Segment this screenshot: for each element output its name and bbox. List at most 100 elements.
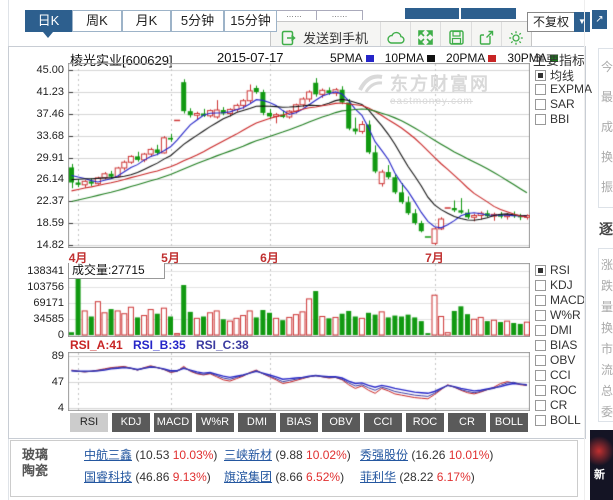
rsi-tick-89: 89 — [22, 350, 64, 362]
checkbox-sub-RSI[interactable]: RSI — [535, 263, 570, 277]
send-to-phone-label: 发送到手机 — [303, 28, 368, 47]
hidden-tab-30min[interactable]: …… — [271, 10, 317, 20]
legend-swatch — [488, 55, 496, 62]
checkbox-label: BBI — [550, 112, 569, 126]
checkbox-label: EXPMA — [550, 82, 592, 96]
checkbox-label: ROC — [550, 383, 577, 397]
checkbox-label: SAR — [550, 97, 575, 111]
paren: ) — [213, 448, 217, 462]
indicator-tab-BIAS[interactable]: BIAS — [280, 413, 318, 432]
volume-tick-34585: 34585 — [22, 313, 64, 325]
adjust-type-dropdown[interactable]: 不复权 — [527, 12, 575, 32]
period-tab-3[interactable]: 月K — [122, 10, 171, 32]
stock-link[interactable]: 三峡新材 — [224, 448, 272, 462]
checkbox-main-SAR[interactable]: SAR — [535, 97, 575, 111]
stock-price: (28.22 — [396, 470, 437, 484]
rail-fragment: 量 — [601, 298, 613, 315]
stock-entry-中航三鑫: 中航三鑫 (10.53 10.03%) — [84, 446, 217, 463]
right-rail-section-header: 逐 — [599, 219, 613, 239]
indicator-tab-MACD[interactable]: MACD — [154, 413, 192, 432]
right-rail-ad-image[interactable]: 新 — [590, 430, 613, 500]
hidden-tab-60min[interactable]: …… — [316, 10, 363, 20]
indicator-tab-DMI[interactable]: DMI — [238, 413, 276, 432]
month-label-5月: 5月 — [156, 249, 186, 266]
right-rail-arrow-button[interactable]: ↗ — [592, 10, 607, 29]
checkbox-icon — [535, 265, 546, 276]
checkbox-icon — [535, 310, 546, 321]
indicator-tab-W%R[interactable]: W%R — [196, 413, 234, 432]
legend-swatch — [366, 55, 374, 62]
paren: ) — [489, 448, 493, 462]
indicator-tab-CR[interactable]: CR — [448, 413, 486, 432]
hidden-blue-button-2[interactable] — [461, 8, 516, 19]
stock-link[interactable]: 旗滨集团 — [224, 470, 272, 484]
rsi-value-label-1: RSI_A:41 — [70, 338, 123, 352]
price-tick-22.37: 22.37 — [24, 195, 64, 207]
checkbox-sub-ROC[interactable]: ROC — [535, 383, 577, 397]
kline-canvas[interactable] — [68, 63, 530, 248]
indicator-tab-OBV[interactable]: OBV — [322, 413, 360, 432]
rail-fragment: 今 — [601, 58, 613, 75]
sector-label: 玻璃陶瓷 — [22, 447, 52, 479]
checkbox-icon — [535, 280, 546, 291]
stock-link[interactable]: 国睿科技 — [84, 470, 132, 484]
stock-change-pct: 6.52% — [306, 470, 340, 484]
volume-tick-69171: 69171 — [22, 297, 64, 309]
checkbox-sub-OBV[interactable]: OBV — [535, 353, 575, 367]
checkbox-label: MACD — [550, 293, 585, 307]
checkbox-sub-W%R[interactable]: W%R — [535, 308, 581, 322]
volume-tick-103756: 103756 — [22, 281, 64, 293]
rail-fragment: 涨 — [601, 256, 613, 273]
paren: ) — [340, 470, 344, 484]
price-tick-45.00: 45.00 — [24, 64, 64, 76]
checkbox-main-BBI[interactable]: BBI — [535, 112, 569, 126]
indicator-tab-KDJ[interactable]: KDJ — [112, 413, 150, 432]
indicator-tab-RSI[interactable]: RSI — [70, 413, 108, 432]
stock-link[interactable]: 秀强股份 — [360, 448, 408, 462]
month-label-4月: 4月 — [63, 249, 93, 266]
period-tab-1[interactable]: 日K — [25, 10, 72, 32]
stock-entry-菲利华: 菲利华 (28.22 6.17%) — [360, 468, 475, 485]
checkbox-sub-CCI[interactable]: CCI — [535, 368, 571, 382]
rail-fragment: 换 — [601, 319, 613, 336]
dropdown-arrow-button[interactable]: ▼ — [574, 12, 590, 32]
indicator-tab-CCI[interactable]: CCI — [364, 413, 402, 432]
stock-price: (16.26 — [408, 448, 449, 462]
period-tab-5[interactable]: 15分钟 — [224, 10, 277, 32]
stock-price: (46.86 — [132, 470, 173, 484]
checkbox-icon — [535, 340, 546, 351]
indicator-tab-ROC[interactable]: ROC — [406, 413, 444, 432]
rail-fragment: 总 — [601, 382, 613, 399]
period-tab-4[interactable]: 5分钟 — [171, 10, 224, 32]
stock-change-pct: 10.01% — [449, 448, 490, 462]
checkbox-sub-BIAS[interactable]: BIAS — [535, 338, 577, 352]
checkbox-sub-DMI[interactable]: DMI — [535, 323, 572, 337]
selected-tab-pointer — [43, 32, 53, 38]
rail-fragment: 成 — [601, 118, 613, 135]
checkbox-icon — [535, 385, 546, 396]
rsi-tick-47: 47 — [22, 376, 64, 388]
checkbox-sub-CR[interactable]: CR — [535, 398, 567, 412]
period-tab-2[interactable]: 周K — [72, 10, 122, 32]
price-tick-14.82: 14.82 — [24, 239, 64, 251]
hidden-blue-button-1[interactable] — [405, 8, 459, 19]
ad-text: 新 — [594, 466, 605, 482]
checkbox-icon — [535, 400, 546, 411]
checkbox-label: KDJ — [550, 278, 573, 292]
stock-entry-秀强股份: 秀强股份 (16.26 10.01%) — [360, 446, 493, 463]
checkbox-sub-KDJ[interactable]: KDJ — [535, 278, 573, 292]
indicator-tab-BOLL[interactable]: BOLL — [490, 413, 528, 432]
checkbox-icon — [535, 325, 546, 336]
checkbox-sub-MACD[interactable]: MACD — [535, 293, 585, 307]
paren: ) — [347, 448, 351, 462]
rail-fragment: 最 — [601, 88, 613, 105]
rsi-canvas[interactable] — [68, 352, 530, 411]
rail-fragment: 振 — [601, 178, 613, 195]
stock-link[interactable]: 中航三鑫 — [84, 448, 132, 462]
stock-entry-三峡新材: 三峡新材 (9.88 10.02%) — [224, 446, 351, 463]
stock-link[interactable]: 菲利华 — [360, 470, 396, 484]
month-label-6月: 6月 — [255, 249, 285, 266]
rail-fragment: 流 — [601, 361, 613, 378]
stock-change-pct: 6.17% — [437, 470, 471, 484]
checkbox-sub-BOLL[interactable]: BOLL — [535, 413, 581, 427]
